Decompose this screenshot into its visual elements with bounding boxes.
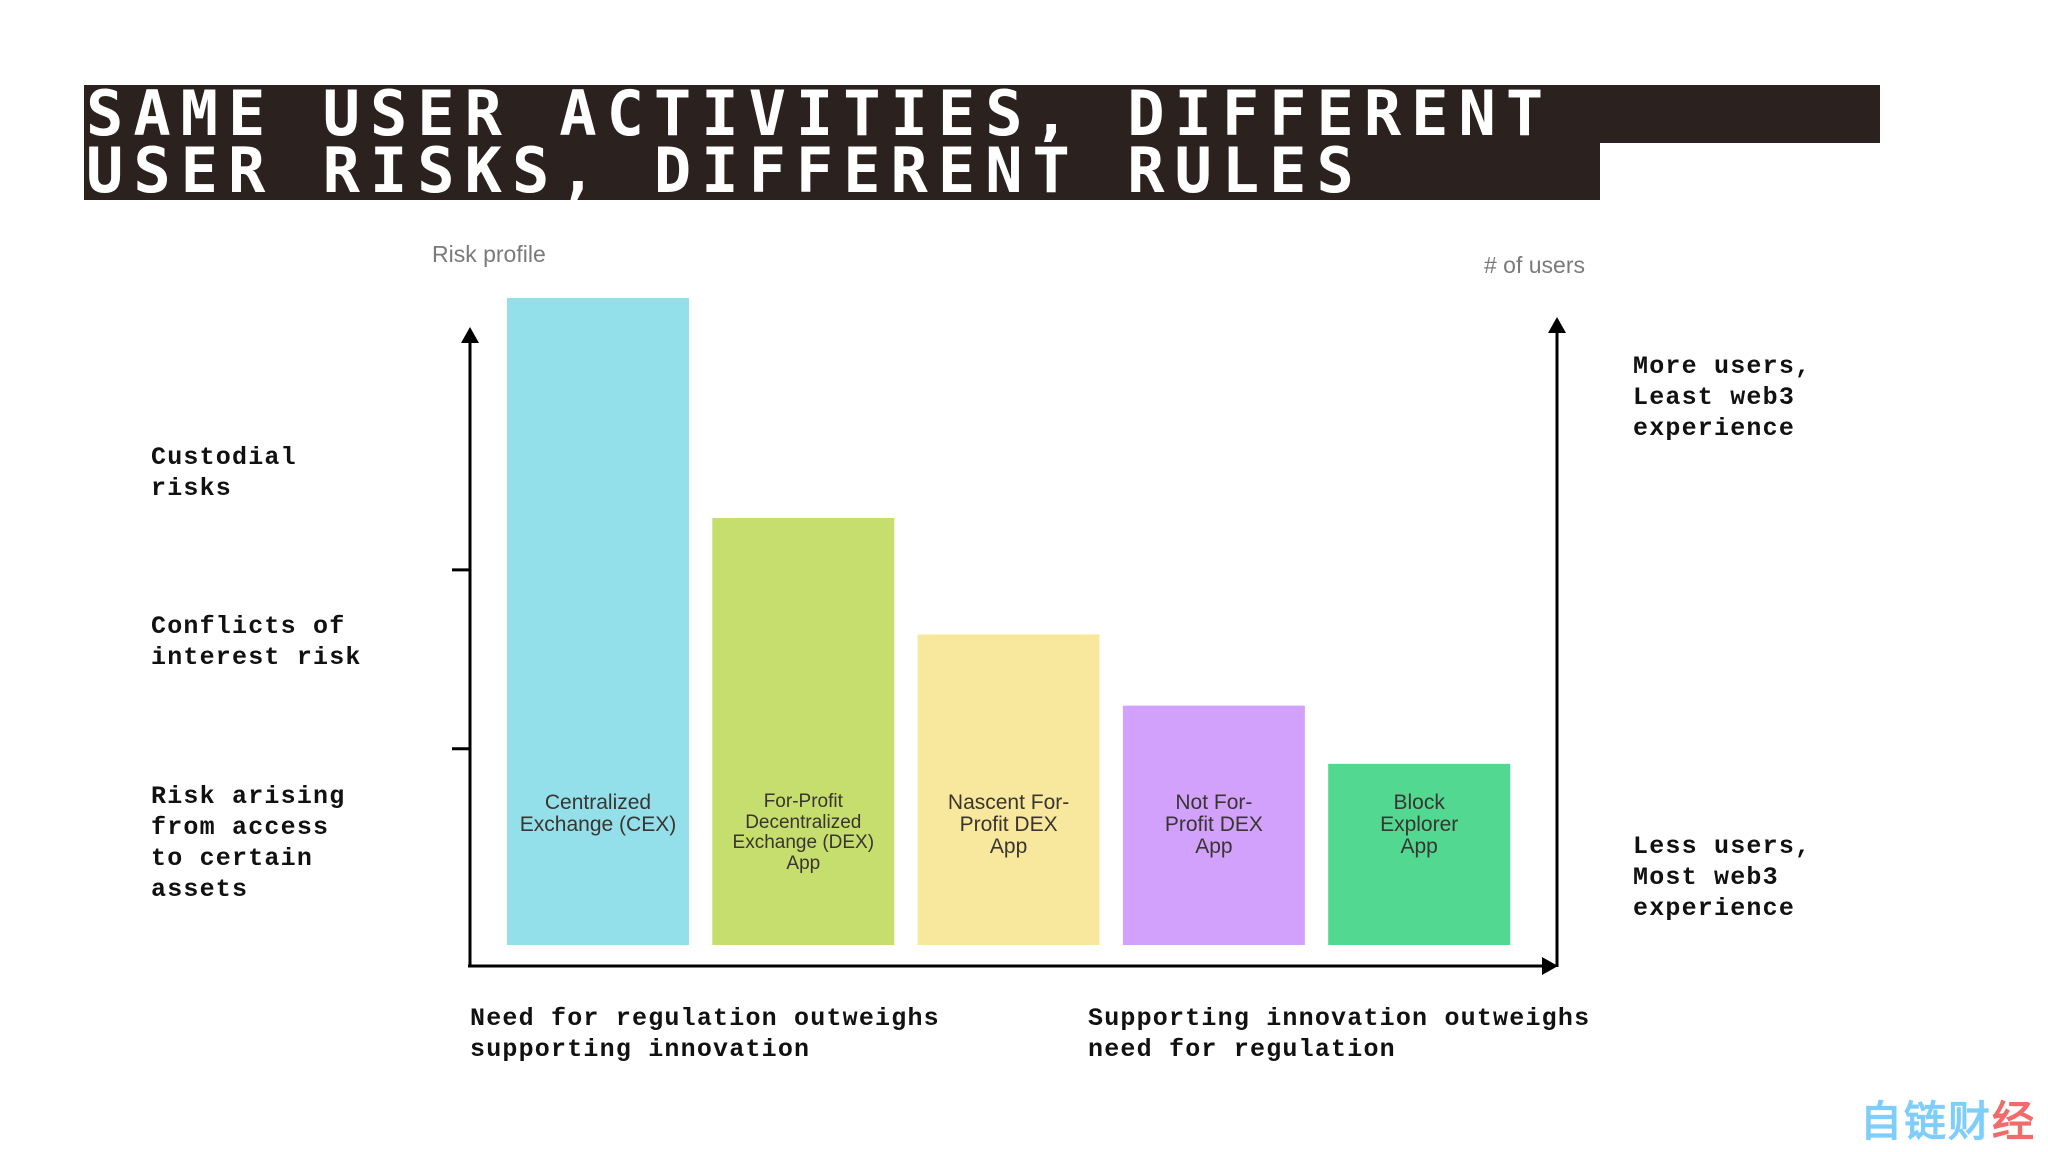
left-label-conflicts: Conflicts of interest risk: [151, 612, 362, 672]
bar-0: [507, 298, 689, 945]
left-label-custodial: Custodial risks: [151, 443, 297, 503]
bar-label-1: For-Profit Decentralized Exchange (DEX) …: [732, 791, 875, 874]
bar-2: [917, 634, 1100, 945]
chart: [452, 298, 1566, 975]
y2-axis-arrow-icon: [1548, 317, 1566, 333]
bar-label-2: Nascent For- Profit DEX App: [947, 791, 1070, 858]
right-label-less-users: Less users, Most web3 experience: [1633, 832, 1812, 923]
left-label-access-risk: Risk arising from access to certain asse…: [151, 782, 346, 904]
bottom-label-innovation: Supporting innovation outweighs need for…: [1088, 1004, 1591, 1064]
y-axis-arrow-icon: [461, 327, 479, 343]
bar-label-3: Not For- Profit DEX App: [1164, 791, 1263, 858]
bar-1: [712, 517, 895, 945]
watermark-text: 自链财: [1860, 1097, 1993, 1146]
bar-label-0: Centralized Exchange (CEX): [519, 791, 677, 836]
ticks-group: [452, 568, 470, 751]
watermark-accent: 经: [1992, 1097, 2037, 1146]
watermark-logo: 自链财经: [1860, 1088, 2036, 1149]
bar-label-4: Block Explorer App: [1380, 791, 1459, 858]
bottom-label-regulation: Need for regulation outweighs supporting…: [470, 1004, 940, 1064]
right-label-more-users: More users, Least web3 experience: [1633, 352, 1812, 443]
